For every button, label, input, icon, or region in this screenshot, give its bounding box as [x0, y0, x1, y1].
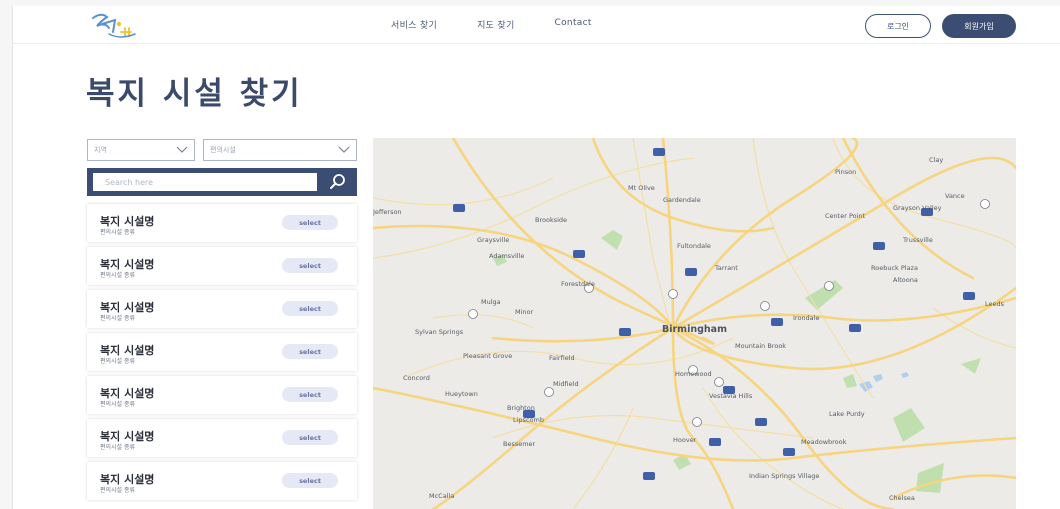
select-button[interactable]: select — [282, 258, 338, 273]
logo-icon[interactable] — [87, 10, 147, 40]
nav-service-search[interactable]: 서비스 찾기 — [391, 18, 437, 31]
map-label: Graysville — [477, 236, 510, 244]
signup-button[interactable]: 회원가입 — [942, 14, 1016, 38]
facility-type: 편의시설 종류 — [100, 229, 136, 236]
map-label: Forestdale — [561, 280, 595, 288]
map-label: Pinson — [835, 168, 857, 176]
map-label: Clay — [929, 156, 944, 164]
map-label: Meadowbrook — [801, 438, 847, 446]
select-button[interactable]: select — [282, 387, 338, 402]
map-label: Center Point — [825, 212, 866, 220]
facility-type: 편의시설 종류 — [100, 272, 136, 279]
map-label: Concord — [403, 374, 430, 382]
search-input[interactable] — [93, 173, 317, 191]
facility-type: 편의시설 종류 — [100, 315, 136, 322]
map-label: Hoover — [673, 436, 697, 444]
facility-type: 편의시설 종류 — [100, 358, 136, 365]
map-label: Leeds — [985, 300, 1005, 308]
map-label: Fairfield — [549, 354, 575, 362]
search-button[interactable] — [321, 170, 353, 194]
select-button[interactable]: select — [282, 301, 338, 316]
login-button[interactable]: 로그인 — [865, 14, 931, 38]
map-label: Adamsville — [489, 252, 525, 260]
facility-type-select-value: 편의시설 — [210, 146, 236, 154]
chevron-down-icon — [338, 146, 350, 153]
nav-map-search[interactable]: 지도 찾기 — [477, 18, 514, 31]
facility-type: 편의시설 종류 — [100, 401, 136, 408]
map-label: McCalla — [429, 492, 455, 500]
map-label: Lake Purdy — [829, 410, 865, 418]
list-item[interactable]: 복지 시설명 편의시설 종류 select — [87, 204, 357, 242]
map-label: Fultondale — [677, 242, 711, 250]
map-water — [859, 372, 909, 392]
main-nav: 서비스 찾기 지도 찾기 Contact — [391, 18, 592, 31]
region-select-value: 지역 — [94, 146, 107, 154]
facility-type-select[interactable]: 편의시설 — [203, 139, 357, 161]
list-item[interactable]: 복지 시설명 편의시설 종류 select — [87, 376, 357, 414]
facility-list: 복지 시설명 편의시설 종류 select 복지 시설명 편의시설 종류 sel… — [87, 204, 357, 505]
map-label: Vestavia Hills — [709, 392, 753, 400]
page-title: 복지 시설 찾기 — [86, 76, 303, 112]
select-button[interactable]: select — [282, 344, 338, 359]
list-item[interactable]: 복지 시설명 편의시설 종류 select — [87, 290, 357, 328]
map-label: Pleasant Grove — [463, 352, 513, 360]
select-button[interactable]: select — [282, 473, 338, 488]
select-button[interactable]: select — [282, 215, 338, 230]
map-label: Irondale — [793, 314, 820, 322]
map-label-city: Birmingham — [662, 324, 727, 335]
map-label: Bessemer — [503, 440, 536, 448]
map-label: Brookside — [535, 216, 568, 224]
search-bar — [87, 168, 357, 196]
list-item[interactable]: 복지 시설명 편의시설 종류 select — [87, 247, 357, 285]
search-icon — [330, 174, 345, 189]
nav-contact[interactable]: Contact — [555, 18, 592, 31]
map-view[interactable]: Birmingham Mt Olive Gardendale Pinson Cl… — [373, 138, 1016, 509]
select-button[interactable]: select — [282, 430, 338, 445]
list-item[interactable]: 복지 시설명 편의시설 종류 select — [87, 419, 357, 457]
map-label: Trussville — [903, 236, 933, 244]
region-select[interactable]: 지역 — [87, 139, 195, 161]
chevron-down-icon — [176, 146, 188, 153]
map-label: Roebuck Plaza — [871, 264, 918, 272]
facility-type: 편의시설 종류 — [100, 487, 136, 494]
map-label: Grayson Valley — [893, 204, 942, 212]
map-label: Brighton — [507, 404, 535, 412]
map-label: Homewood — [675, 370, 712, 378]
map-label: Sylvan Springs — [415, 328, 464, 336]
map-label: Indian Springs Village — [749, 472, 820, 480]
map-label: Mountain Brook — [735, 342, 787, 350]
map-label: Minor — [515, 308, 534, 316]
list-item[interactable]: 복지 시설명 편의시설 종류 select — [87, 462, 357, 500]
map-label: Jefferson — [373, 208, 402, 216]
list-item[interactable]: 복지 시설명 편의시설 종류 select — [87, 333, 357, 371]
map-label: Chelsea — [889, 494, 915, 502]
map-label: Altoona — [893, 276, 918, 284]
map-label: Gardendale — [663, 196, 701, 204]
site-header: 서비스 찾기 지도 찾기 Contact 로그인 회원가입 — [13, 6, 1060, 44]
map-label: Midfield — [553, 380, 579, 388]
map-label: Mulga — [481, 298, 501, 306]
map-label: Lipscomb — [513, 416, 544, 424]
map-label: Mt Olive — [628, 184, 655, 192]
map-label: Hueytown — [445, 390, 478, 398]
facility-type: 편의시설 종류 — [100, 444, 136, 451]
map-label: Vance — [945, 192, 965, 200]
app-frame: 서비스 찾기 지도 찾기 Contact 로그인 회원가입 복지 시설 찾기 지… — [12, 6, 1060, 509]
map-label: Tarrant — [715, 264, 738, 272]
